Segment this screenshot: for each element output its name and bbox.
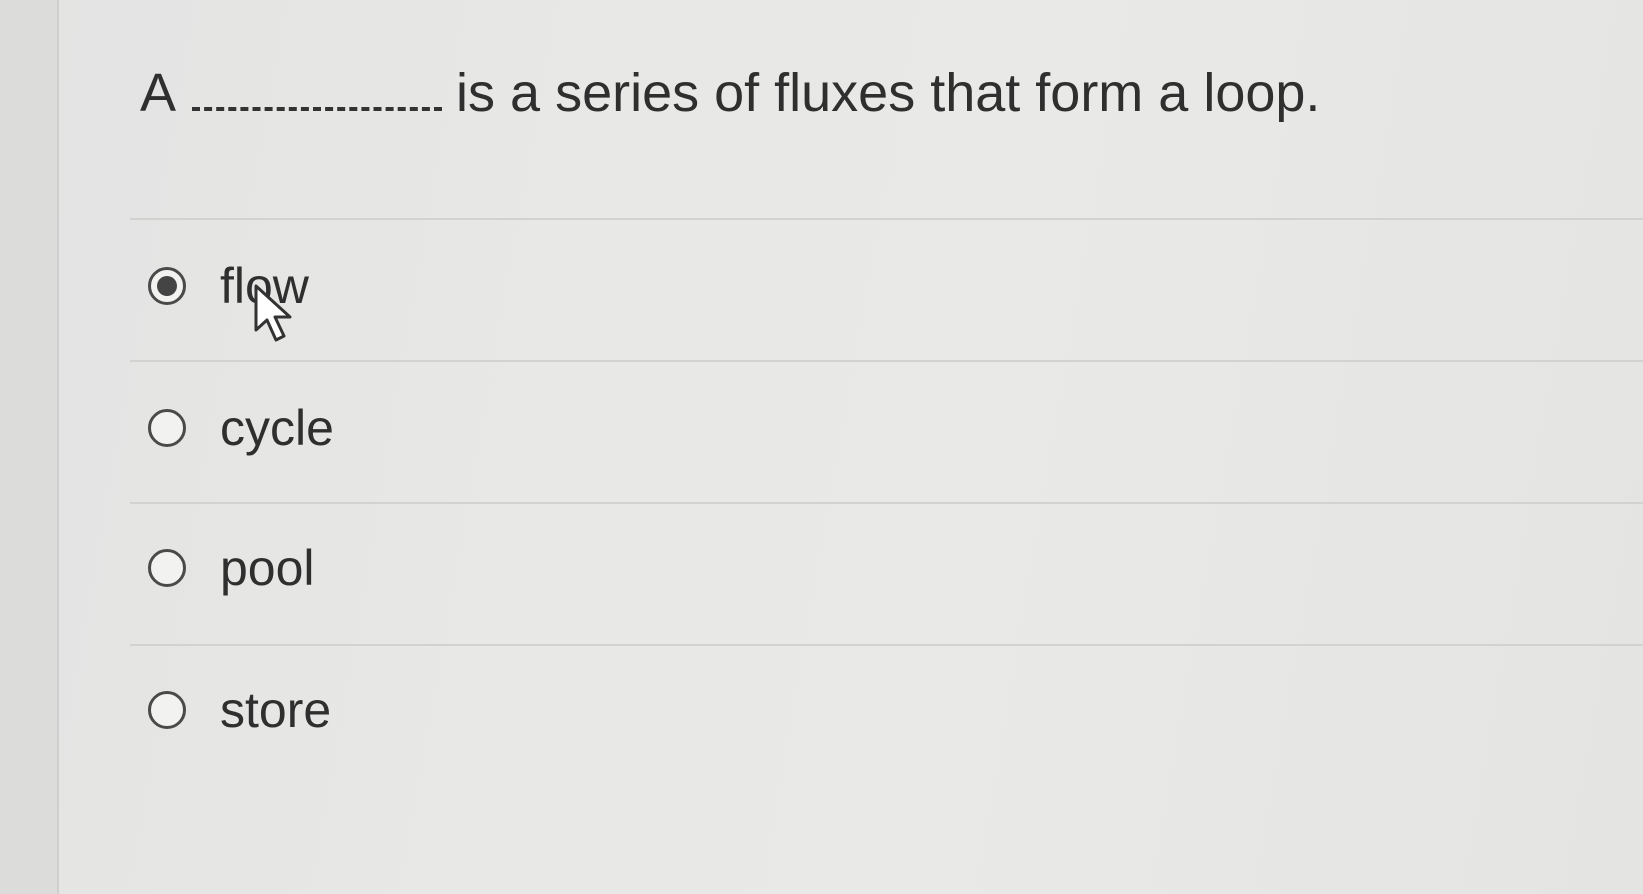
radio-button[interactable] bbox=[148, 691, 186, 729]
option-cycle[interactable]: cycle bbox=[148, 388, 1348, 468]
answer-blank bbox=[192, 63, 443, 111]
radio-button[interactable] bbox=[148, 549, 186, 587]
divider bbox=[130, 218, 1643, 220]
divider bbox=[130, 644, 1643, 646]
mouse-pointer-icon bbox=[254, 284, 292, 342]
option-label: store bbox=[220, 682, 332, 738]
question-suffix: is a series of fluxes that form a loop. bbox=[456, 63, 1321, 123]
radio-button[interactable] bbox=[148, 409, 186, 447]
divider bbox=[130, 502, 1643, 504]
option-store[interactable]: store bbox=[148, 670, 1348, 750]
question-prefix: A bbox=[140, 63, 177, 123]
option-pool[interactable]: pool bbox=[148, 528, 1348, 608]
radio-button-selected[interactable] bbox=[148, 267, 186, 305]
option-label: pool bbox=[220, 540, 315, 596]
left-gutter bbox=[0, 0, 59, 894]
question-text: Ais a series of fluxes that form a loop. bbox=[140, 58, 1320, 128]
option-flow[interactable]: flow bbox=[148, 246, 1348, 326]
option-label: cycle bbox=[220, 400, 334, 456]
divider bbox=[130, 360, 1643, 362]
